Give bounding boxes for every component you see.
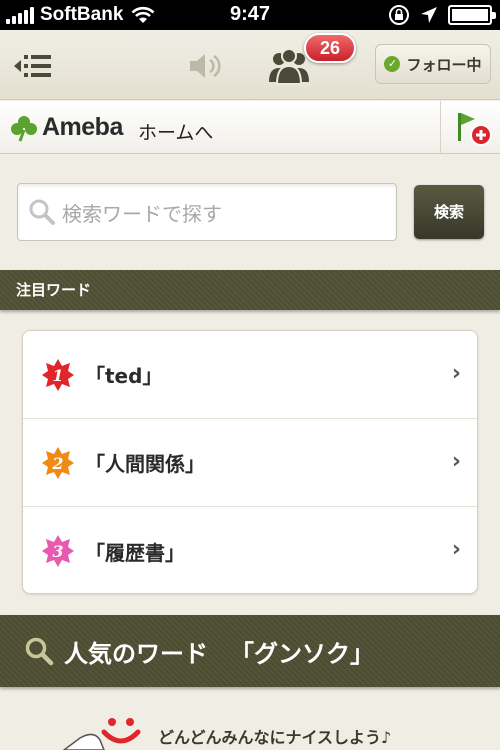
trend-word: 「履歴書」 [85,540,185,565]
home-link[interactable]: ホームへ [138,118,213,145]
svg-text:2: 2 [51,454,63,473]
signal-icon [6,6,34,24]
status-bar: SoftBank 9:47 [0,0,500,30]
location-icon [421,7,437,23]
ameba-clover-icon [11,115,37,142]
chevron-right-icon: › [451,537,461,562]
rotation-lock-icon [389,5,409,25]
ameba-header: Ameba ホームへ [0,101,500,154]
nice-promo[interactable]: どんどんみんなにナイスしよう♪ [60,708,490,750]
nice-smile-icon [62,718,141,750]
search-input[interactable]: 検索ワードで探す [17,183,397,241]
list-item[interactable]: 2 「人間関係」 › [23,419,477,507]
list-item[interactable]: 1 「ted」 › [23,331,477,419]
svg-text:1: 1 [52,366,63,385]
ameba-logo[interactable]: Ameba [10,113,123,142]
carrier-name: SoftBank [40,4,124,25]
popular-word: 「グンソク」 [230,639,374,668]
wifi-icon [131,6,155,23]
search-icon [25,637,54,666]
check-icon: ✓ [384,56,401,72]
popular-label: 人気のワード [64,639,208,668]
trending-list: 1 「ted」 › 2 「人間関係」 › 3 「履歴書」 › [22,330,478,594]
list-item[interactable]: 3 「履歴書」 › [23,507,477,593]
side-menu-button[interactable] [12,50,54,82]
flag-plus-icon [458,113,492,146]
speaker-icon[interactable] [186,50,226,82]
svg-text:3: 3 [52,542,63,561]
trend-word: 「人間関係」 [85,452,205,476]
battery-icon [448,5,496,25]
ameba-wordmark: Ameba [42,113,123,141]
search-icon [29,199,55,225]
following-button[interactable]: ✓ フォロー中 [375,44,491,84]
rank-3-badge-icon: 3 [42,535,74,567]
navigation-bar: 26 ✓ フォロー中 [0,30,500,100]
rank-2-badge-icon: 2 [42,446,74,479]
chevron-right-icon: › [451,361,461,386]
rank-1-badge-icon: 1 [42,358,74,391]
following-label: フォロー中 [406,55,482,74]
trending-header: 注目ワード [0,270,500,310]
trend-word: 「ted」 [85,364,163,388]
notification-badge[interactable]: 26 [304,33,356,63]
post-button[interactable] [440,101,500,154]
search-button[interactable]: 検索 [414,185,484,239]
nice-promo-text: どんどんみんなにナイスしよう♪ [158,728,392,747]
chevron-right-icon: › [451,449,461,474]
search-placeholder: 検索ワードで探す [62,201,222,226]
popular-word-bar[interactable]: 人気のワード 「グンソク」 [0,615,500,687]
